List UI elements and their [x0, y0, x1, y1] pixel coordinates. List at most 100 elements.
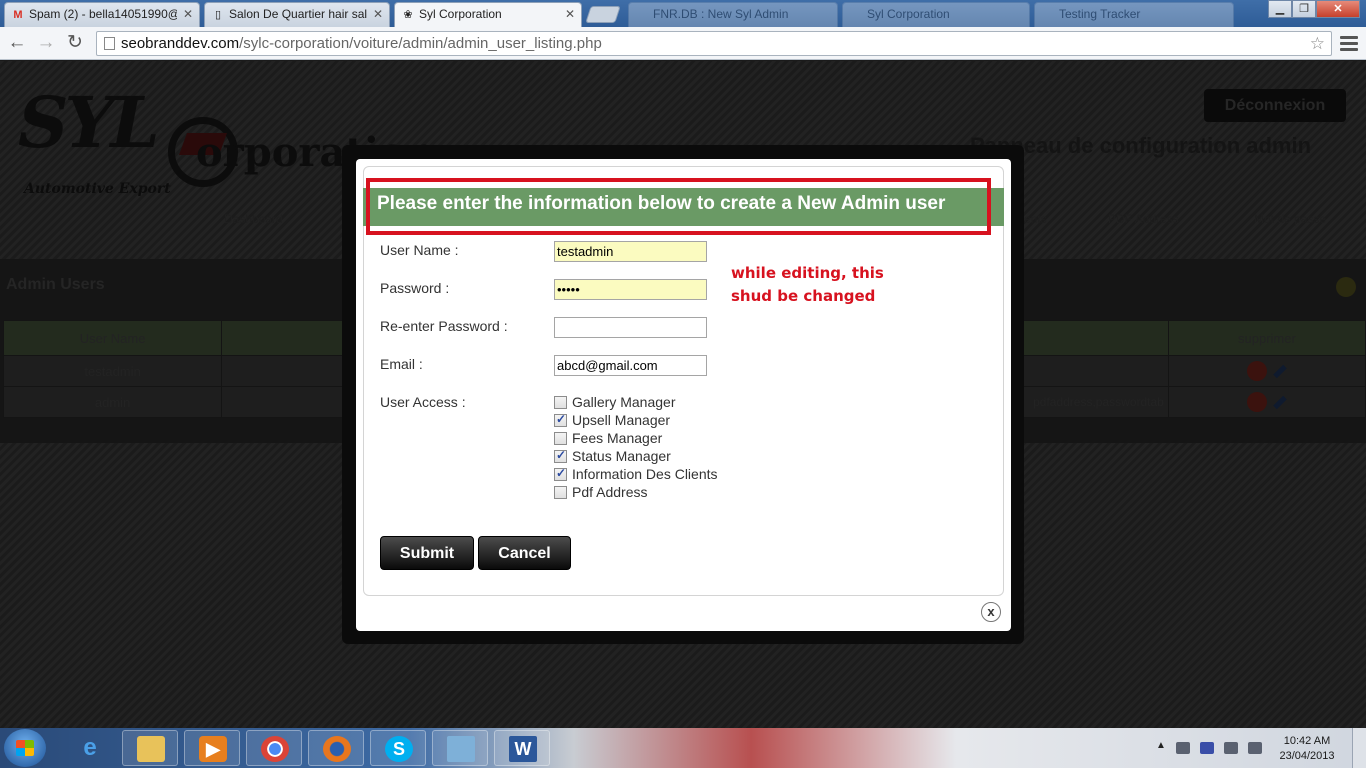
firefox-icon	[323, 736, 351, 762]
cell-actions	[1167, 355, 1366, 387]
checkbox-upsell-manager[interactable]	[554, 412, 567, 427]
chrome-icon	[261, 736, 289, 762]
edit-icon[interactable]	[1273, 395, 1287, 409]
checkbox-gallery-manager[interactable]	[554, 395, 567, 409]
tab-gmail[interactable]: M Spam (2) - bella14051990@ ✕	[4, 2, 200, 27]
tab-fnr-db[interactable]: FNR.DB : New Syl Admin	[628, 2, 838, 27]
internet-explorer-icon: e	[83, 734, 97, 761]
taskbar-ie[interactable]: e	[62, 730, 118, 766]
edit-icon[interactable]	[1273, 364, 1287, 378]
reload-icon[interactable]: ↻	[64, 32, 86, 54]
delete-icon[interactable]	[1246, 361, 1267, 381]
cell-user-name: admin	[2, 386, 223, 418]
url-host: seobranddev.com	[121, 35, 240, 52]
submit-button[interactable]: Submit	[380, 536, 474, 570]
tray-expand-icon[interactable]: ▲	[1156, 740, 1170, 752]
network-icon[interactable]	[1224, 742, 1238, 754]
annotation-line-2: shud be changed	[731, 287, 876, 305]
username-label: User Name :	[380, 242, 459, 258]
checkbox-pdf-address[interactable]	[554, 485, 567, 499]
logo-sub-text: Automotive Export	[24, 181, 171, 197]
page-icon: ▯	[214, 9, 222, 21]
modal-close-icon[interactable]: x	[981, 602, 1001, 622]
maximize-button[interactable]: ❐	[1292, 0, 1316, 18]
back-icon[interactable]: ←	[6, 32, 28, 54]
taskbar-firefox[interactable]	[308, 730, 364, 766]
taskbar-clock[interactable]: 10:42 AM 23/04/2013	[1272, 734, 1342, 764]
repassword-label: Re-enter Password :	[380, 318, 508, 334]
tab-testing-tracker[interactable]: Testing Tracker	[1034, 2, 1234, 27]
checkbox-fees-manager[interactable]	[554, 431, 567, 445]
column-header-delete: supprimer	[1167, 320, 1366, 356]
window-controls: ▁ ❐ ✕	[1268, 0, 1360, 18]
email-input[interactable]	[554, 355, 707, 376]
repassword-input[interactable]	[554, 317, 707, 338]
media-player-icon: ▶	[199, 736, 227, 762]
taskbar-media-player[interactable]: ▶	[184, 730, 240, 766]
access-gallery-manager[interactable]: Gallery Manager	[554, 393, 676, 411]
cell-user-name: testadmin	[2, 355, 223, 387]
tray-flag-icon[interactable]	[1200, 742, 1214, 754]
close-tab-icon[interactable]: ✕	[183, 3, 193, 26]
window-close-button[interactable]: ✕	[1316, 0, 1360, 18]
site-icon: ❀	[403, 9, 413, 21]
gmail-icon: M	[13, 9, 23, 21]
cell-actions	[1167, 386, 1366, 418]
menu-item-clients[interactable]: ents	[1024, 212, 1047, 226]
annotation-line-1: while editing, this	[731, 264, 884, 282]
close-tab-icon[interactable]: ✕	[565, 3, 575, 26]
cancel-button[interactable]: Cancel	[478, 536, 571, 570]
browser-toolbar: ← → ↻ seobranddev.com/sylc-corporation/v…	[0, 27, 1366, 60]
logo-main-text: SYL	[18, 81, 160, 164]
user-access-label: User Access :	[380, 394, 466, 410]
page-icon	[104, 37, 115, 50]
minimize-button[interactable]: ▁	[1268, 0, 1292, 18]
word-icon: W	[509, 736, 537, 762]
address-bar[interactable]: seobranddev.com/sylc-corporation/voiture…	[96, 31, 1332, 56]
skype-icon: S	[385, 736, 413, 762]
password-label: Password :	[380, 280, 450, 296]
annotation-note: while editing, this shud be changed	[731, 262, 884, 308]
menu-item-dashboard[interactable]: Dashboard	[224, 212, 283, 226]
access-information-des-clients[interactable]: Information Des Clients	[554, 465, 718, 483]
column-header-user-name: User Name	[2, 320, 223, 356]
menu-icon[interactable]	[1340, 33, 1358, 53]
forward-icon[interactable]: →	[35, 32, 57, 54]
logout-button[interactable]: Déconnexion	[1204, 89, 1346, 122]
tray-app-icon[interactable]	[1176, 742, 1190, 754]
new-tab-button[interactable]	[585, 6, 621, 23]
photo-viewer-icon	[447, 736, 475, 762]
tab-syl-corporation-active[interactable]: ❀ Syl Corporation ✕	[394, 2, 582, 27]
access-pdf-address[interactable]: Pdf Address	[554, 483, 648, 501]
annotation-highlight-box	[366, 178, 991, 235]
bookmark-star-icon[interactable]: ☆	[1310, 32, 1325, 55]
menu-item-password[interactable]: Mot de passe	[1254, 212, 1326, 226]
access-upsell-manager[interactable]: Upsell Manager	[554, 411, 670, 429]
username-input[interactable]	[554, 241, 707, 262]
delete-icon[interactable]	[1246, 392, 1267, 412]
clock-date: 23/04/2013	[1279, 750, 1335, 762]
email-label: Email :	[380, 356, 423, 372]
checkbox-information-des-clients[interactable]	[554, 466, 567, 481]
access-status-manager[interactable]: Status Manager	[554, 447, 671, 465]
menu-item-pdf-address[interactable]: PDF Address	[1108, 212, 1179, 226]
show-desktop-button[interactable]	[1352, 728, 1366, 768]
taskbar-explorer[interactable]	[122, 730, 178, 766]
taskbar-word[interactable]: W	[494, 730, 550, 766]
checkbox-status-manager[interactable]	[554, 448, 567, 463]
volume-icon[interactable]	[1248, 742, 1262, 754]
start-button[interactable]	[4, 729, 46, 767]
add-user-icon[interactable]	[1336, 277, 1356, 297]
access-fees-manager[interactable]: Fees Manager	[554, 429, 662, 447]
browser-tab-bar: M Spam (2) - bella14051990@ ✕ ▯ Salon De…	[0, 0, 1366, 27]
url-path: /sylc-corporation/voiture/admin/admin_us…	[239, 35, 602, 52]
section-title: Admin Users	[6, 276, 105, 293]
taskbar-chrome[interactable]	[246, 730, 302, 766]
tab-syl-corporation[interactable]: Syl Corporation	[842, 2, 1030, 27]
tab-salon[interactable]: ▯ Salon De Quartier hair salo ✕	[204, 2, 390, 27]
taskbar-skype[interactable]: S	[370, 730, 426, 766]
taskbar-photo-viewer[interactable]	[432, 730, 488, 766]
windows-logo-icon	[16, 740, 34, 756]
close-tab-icon[interactable]: ✕	[373, 3, 383, 26]
password-input[interactable]	[554, 279, 707, 300]
